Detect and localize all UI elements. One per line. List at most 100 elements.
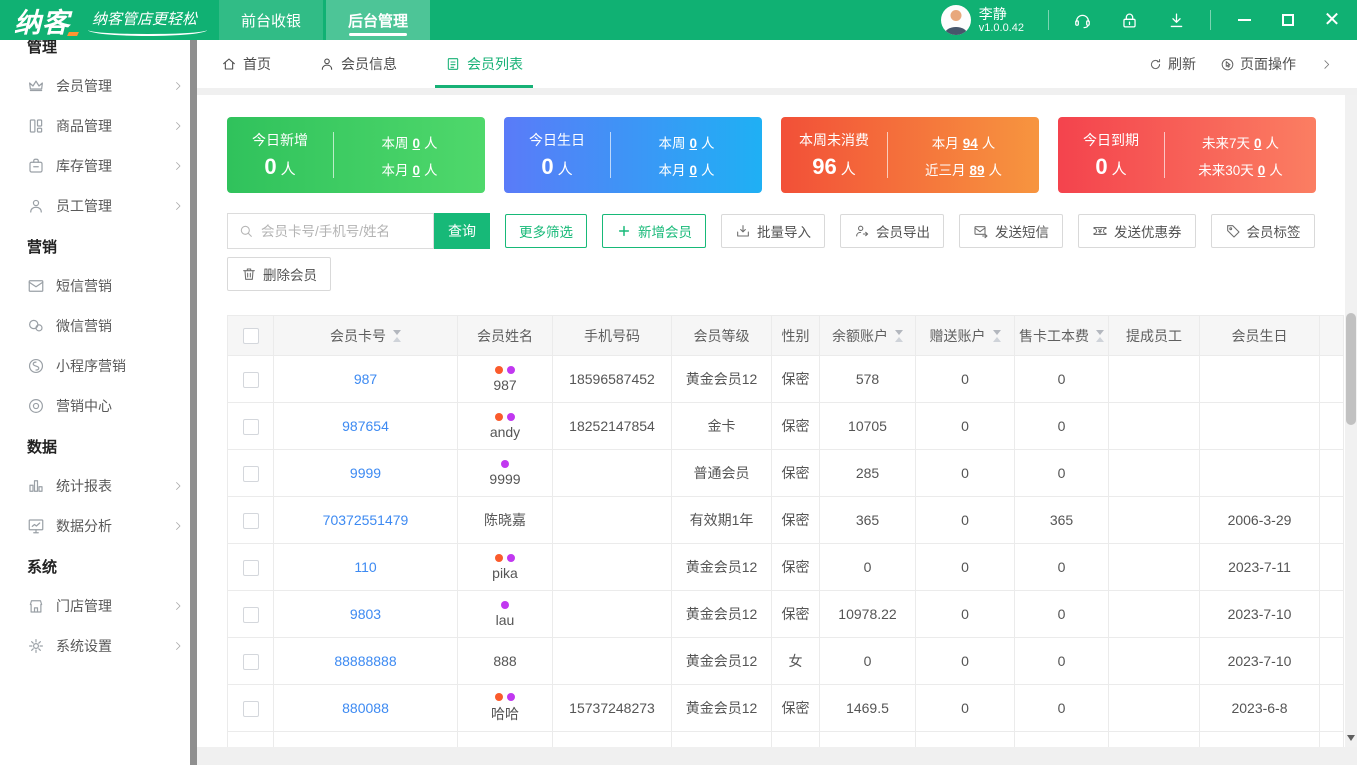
sidebar-item-员工管理[interactable]: 员工管理 xyxy=(0,186,197,226)
search-input[interactable] xyxy=(261,223,423,239)
sort-desc-icon[interactable] xyxy=(393,329,401,335)
card-no-cell: 987 xyxy=(273,355,458,403)
sort-desc-icon[interactable] xyxy=(992,329,1001,335)
sidebar-item-统计报表[interactable]: 统计报表 xyxy=(0,466,197,506)
sort-asc-icon[interactable] xyxy=(393,336,401,342)
maximize-icon[interactable] xyxy=(1279,11,1297,29)
topbar-tab-后台管理[interactable]: 后台管理 xyxy=(326,0,431,40)
user-account[interactable]: 李静 v1.0.0.42 xyxy=(940,5,1024,35)
table-row: 70372551479 陈晓嘉 有效期1年 保密 365 0 365 2006-3-29 xyxy=(227,496,1344,544)
sort-asc-icon[interactable] xyxy=(992,336,1001,342)
stat-sub-link[interactable]: 0 xyxy=(1254,136,1262,151)
stat-sub-link[interactable]: 0 xyxy=(689,136,697,151)
sidebar-item-小程序营销[interactable]: 小程序营销 xyxy=(0,346,197,386)
批量导入-button[interactable]: 批量导入 xyxy=(721,214,825,248)
sidebar-scrollbar[interactable] xyxy=(190,40,197,765)
page-operations-button[interactable]: 页面操作 xyxy=(1220,54,1296,74)
stat-sub-link[interactable]: 0 xyxy=(689,163,697,178)
download-icon[interactable] xyxy=(1167,11,1186,30)
sidebar-scrollbar-thumb[interactable] xyxy=(190,40,197,765)
sort-carets-icon[interactable] xyxy=(992,329,1001,342)
新增会员-button[interactable]: 新增会员 xyxy=(602,214,706,248)
refresh-label: 刷新 xyxy=(1168,56,1196,72)
column-label: 手机号码 xyxy=(584,327,640,344)
tab-label: 首页 xyxy=(243,56,271,72)
member-card-no-link[interactable]: 9803 xyxy=(350,606,381,622)
row-checkbox[interactable] xyxy=(242,653,259,670)
stat-sub-link[interactable]: 94 xyxy=(963,136,978,151)
minimize-icon[interactable] xyxy=(1235,11,1253,29)
member-card-no-link[interactable]: 70372551479 xyxy=(323,512,409,528)
sidebar-item-会员管理[interactable]: 会员管理 xyxy=(0,66,197,106)
member-card-no-link[interactable]: 987654 xyxy=(342,418,389,434)
tab-会员列表[interactable]: 会员列表 xyxy=(435,40,533,88)
sidebar-item-营销中心[interactable]: 营销中心 xyxy=(0,386,197,426)
miniprogram-icon xyxy=(27,357,45,375)
更多筛选-button[interactable]: 更多筛选 xyxy=(505,214,587,248)
member-card-no-link[interactable]: 88888888 xyxy=(334,653,396,669)
row-checkbox[interactable] xyxy=(242,700,259,717)
main-scrollbar[interactable] xyxy=(1345,95,1357,747)
row-checkbox[interactable] xyxy=(242,512,259,529)
stat-main-label: 今日到期 xyxy=(1083,132,1139,148)
row-checkbox[interactable] xyxy=(242,465,259,482)
sidebar-item-系统设置[interactable]: 系统设置 xyxy=(0,626,197,666)
scroll-down-arrow-icon[interactable] xyxy=(1345,731,1357,745)
stat-cards: 今日新增 0 人 本周 0 人本月 0 人 今日生日 0 人 本周 0 人本月 0 人 本周未消费 96 人 本月 94… xyxy=(227,117,1343,193)
column-header-赠送账户[interactable]: 赠送账户 xyxy=(915,315,1015,356)
row-checkbox[interactable] xyxy=(242,606,259,623)
member-card-no-link[interactable]: 9999 xyxy=(350,465,381,481)
发送优惠券-button[interactable]: 发送优惠券 xyxy=(1078,214,1196,248)
sort-carets-icon[interactable] xyxy=(393,329,401,342)
member-card-no-link[interactable]: 880088 xyxy=(342,700,389,716)
sort-asc-icon[interactable] xyxy=(1096,336,1104,342)
column-label: 性别 xyxy=(781,327,810,344)
main-scrollbar-thumb[interactable] xyxy=(1346,313,1356,425)
select-all-checkbox[interactable] xyxy=(242,327,259,344)
column-header-余额账户[interactable]: 余额账户 xyxy=(819,315,916,356)
close-icon[interactable]: ✕ xyxy=(1323,10,1341,30)
chevron-right-icon[interactable] xyxy=(1320,58,1333,71)
cell-birthday xyxy=(1199,449,1320,497)
sidebar-item-短信营销[interactable]: 短信营销 xyxy=(0,266,197,306)
member-card-no-link[interactable]: 987 xyxy=(354,371,377,387)
删除会员-button[interactable]: 删除会员 xyxy=(227,257,331,291)
column-header-售卡工本费[interactable]: 售卡工本费 xyxy=(1014,315,1109,356)
sidebar-item-门店管理[interactable]: 门店管理 xyxy=(0,586,197,626)
stat-sub-link[interactable]: 89 xyxy=(969,163,984,178)
sidebar-item-数据分析[interactable]: 数据分析 xyxy=(0,506,197,546)
row-checkbox[interactable] xyxy=(242,559,259,576)
tag-dot-orange xyxy=(495,692,503,701)
cell-clipped xyxy=(1319,731,1344,747)
发送短信-button[interactable]: 发送短信 xyxy=(959,214,1063,248)
topbar-tab-前台收银[interactable]: 前台收银 xyxy=(219,0,324,40)
tab-会员信息[interactable]: 会员信息 xyxy=(319,40,397,88)
sidebar-item-微信营销[interactable]: 微信营销 xyxy=(0,306,197,346)
tab-首页[interactable]: 首页 xyxy=(221,40,271,88)
column-header-checkbox[interactable] xyxy=(227,315,274,356)
chevron-right-icon xyxy=(172,80,184,92)
coupon-icon xyxy=(1092,223,1108,239)
cell-staff xyxy=(1108,496,1200,544)
会员标签-button[interactable]: 会员标签 xyxy=(1210,214,1315,248)
row-checkbox[interactable] xyxy=(242,418,259,435)
row-checkbox[interactable] xyxy=(242,371,259,388)
sort-carets-icon[interactable] xyxy=(1096,329,1104,342)
stat-sub-link[interactable]: 0 xyxy=(1258,163,1266,178)
stat-sub-link[interactable]: 0 xyxy=(412,136,420,151)
sort-desc-icon[interactable] xyxy=(895,329,903,335)
column-header-会员卡号[interactable]: 会员卡号 xyxy=(273,315,458,356)
query-button[interactable]: 查询 xyxy=(434,213,490,249)
member-card-no-link[interactable]: 110 xyxy=(354,559,376,575)
row-checkbox-cell xyxy=(227,731,274,747)
headset-icon[interactable] xyxy=(1073,11,1092,30)
sort-desc-icon[interactable] xyxy=(1096,329,1104,335)
sort-asc-icon[interactable] xyxy=(895,336,903,342)
stat-sub-link[interactable]: 0 xyxy=(412,163,420,178)
lock-icon[interactable] xyxy=(1120,11,1139,30)
sort-carets-icon[interactable] xyxy=(895,329,903,342)
refresh-button[interactable]: 刷新 xyxy=(1148,54,1196,74)
sidebar-item-商品管理[interactable]: 商品管理 xyxy=(0,106,197,146)
sidebar-item-库存管理[interactable]: 库存管理 xyxy=(0,146,197,186)
会员导出-button[interactable]: 会员导出 xyxy=(840,214,944,248)
